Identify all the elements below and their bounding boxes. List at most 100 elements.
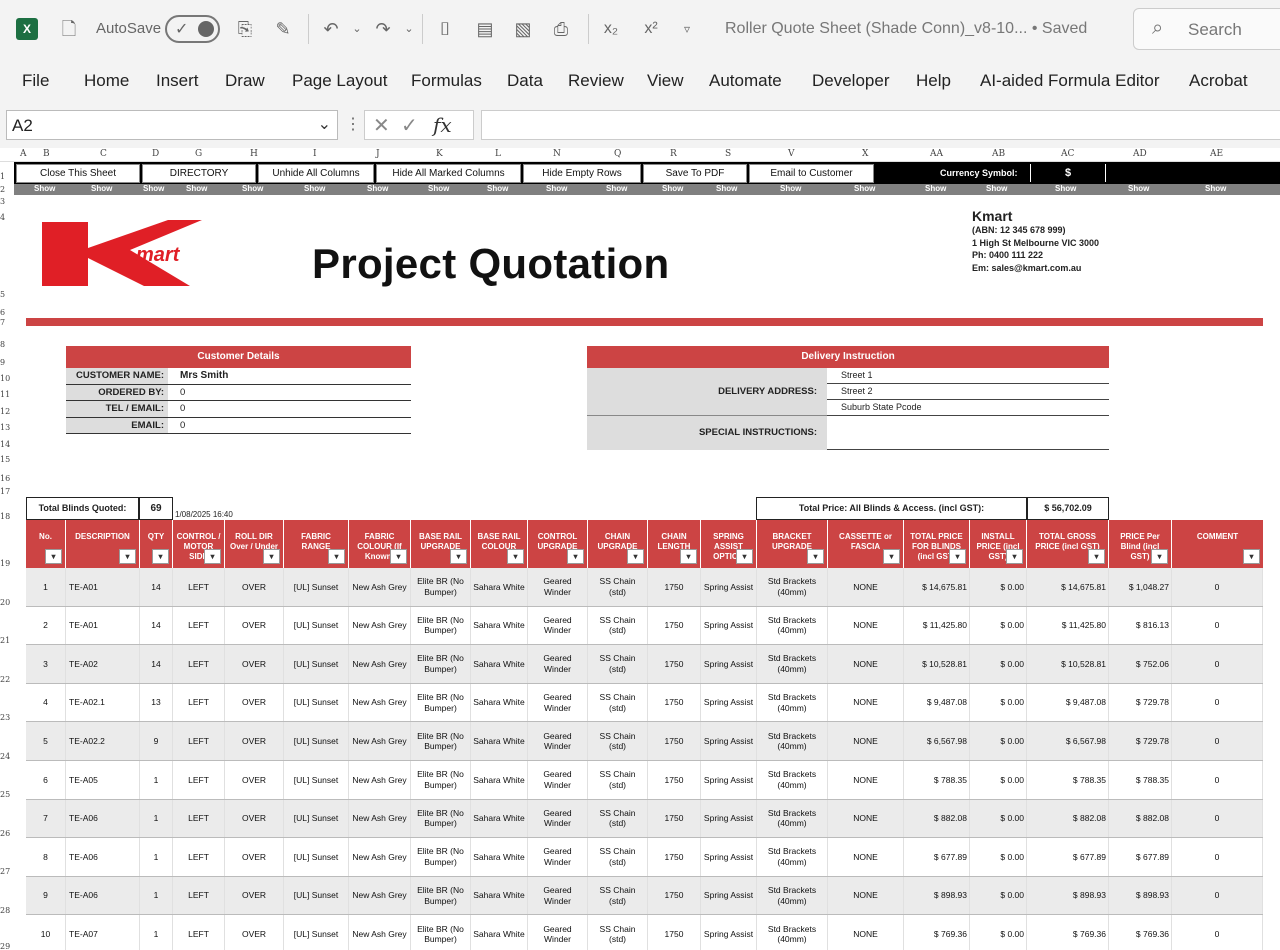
cell-bracket-upgrade[interactable]: Std Brackets (40mm) <box>757 722 828 760</box>
show-toggle[interactable]: Show <box>242 184 263 193</box>
tab-review[interactable]: Review <box>568 71 624 91</box>
cell-no[interactable]: 5 <box>26 722 66 760</box>
close-sheet-button[interactable]: Close This Sheet <box>16 164 140 183</box>
show-toggle[interactable]: Show <box>428 184 449 193</box>
show-toggle[interactable]: Show <box>546 184 567 193</box>
cell-base-rail-upgrade[interactable]: Elite BR (No Bumper) <box>411 838 471 876</box>
cell-qty[interactable]: 13 <box>140 683 173 722</box>
tab-file[interactable]: File <box>22 71 49 91</box>
row-number[interactable]: 24 <box>0 752 14 761</box>
cell-fabric-range[interactable]: [UL] Sunset <box>284 645 349 683</box>
cell-chain-upgrade[interactable]: SS Chain (std) <box>588 722 648 760</box>
row-number[interactable]: 10 <box>0 374 14 383</box>
cell-no[interactable]: 3 <box>26 645 66 683</box>
filter-dropdown-icon[interactable]: ▾ <box>119 549 136 564</box>
subscript-icon[interactable]: x₂ <box>600 17 622 41</box>
show-toggle[interactable]: Show <box>34 184 55 193</box>
cell-chain-upgrade[interactable]: SS Chain (std) <box>588 606 648 645</box>
filter-dropdown-icon[interactable]: ▾ <box>736 549 753 564</box>
email-customer-button[interactable]: Email to Customer <box>749 164 874 183</box>
email-value[interactable]: 0 <box>168 418 411 434</box>
cell-chain-length[interactable]: 1750 <box>648 876 701 915</box>
cell-fabric-colour[interactable]: New Ash Grey <box>349 876 411 915</box>
cell-fabric-colour[interactable]: New Ash Grey <box>349 568 411 606</box>
cell-control-upgrade[interactable]: Geared Winder <box>528 915 588 950</box>
cell-chain-upgrade[interactable]: SS Chain (std) <box>588 645 648 683</box>
cell-comment[interactable]: 0 <box>1172 722 1263 760</box>
cell-total-price[interactable]: $ 14,675.81 <box>904 568 970 606</box>
show-toggle[interactable]: Show <box>662 184 683 193</box>
column-letter[interactable]: G <box>195 149 202 159</box>
filter-dropdown-icon[interactable]: ▾ <box>450 549 467 564</box>
cell-fabric-colour[interactable]: New Ash Grey <box>349 761 411 799</box>
cell-spring-assist[interactable]: Spring Assist <box>701 722 757 760</box>
cell-control-side[interactable]: LEFT <box>173 799 225 838</box>
search-box[interactable]: ⌕ Search <box>1133 8 1280 50</box>
cell-bracket-upgrade[interactable]: Std Brackets (40mm) <box>757 645 828 683</box>
customize-toolbar-icon[interactable]: ▿ <box>676 17 698 41</box>
cell-no[interactable]: 2 <box>26 606 66 645</box>
cell-install-price[interactable]: $ 0.00 <box>970 915 1027 950</box>
cell-bracket-upgrade[interactable]: Std Brackets (40mm) <box>757 799 828 838</box>
cell-control-upgrade[interactable]: Geared Winder <box>528 606 588 645</box>
cell-chain-length[interactable]: 1750 <box>648 915 701 950</box>
cell-chain-length[interactable]: 1750 <box>648 722 701 760</box>
cell-description[interactable]: TE-A07 <box>66 915 140 950</box>
cell-base-rail-colour[interactable]: Sahara White <box>471 915 528 950</box>
cell-description[interactable]: TE-A05 <box>66 761 140 799</box>
row-number[interactable]: 21 <box>0 636 14 645</box>
cell-cassette[interactable]: NONE <box>828 568 904 606</box>
show-toggle[interactable]: Show <box>1055 184 1076 193</box>
cell-cassette[interactable]: NONE <box>828 876 904 915</box>
ordered-by-value[interactable]: 0 <box>168 385 411 401</box>
cell-control-side[interactable]: LEFT <box>173 915 225 950</box>
cell-comment[interactable]: 0 <box>1172 838 1263 876</box>
cell-spring-assist[interactable]: Spring Assist <box>701 876 757 915</box>
hide-empty-rows-button[interactable]: Hide Empty Rows <box>523 164 641 183</box>
tab-view[interactable]: View <box>647 71 684 91</box>
cell-total-price[interactable]: $ 9,487.08 <box>904 683 970 722</box>
tab-formulas[interactable]: Formulas <box>411 71 482 91</box>
cell-description[interactable]: TE-A02.1 <box>66 683 140 722</box>
cell-base-rail-upgrade[interactable]: Elite BR (No Bumper) <box>411 799 471 838</box>
cell-control-upgrade[interactable]: Geared Winder <box>528 645 588 683</box>
filter-dropdown-icon[interactable]: ▾ <box>390 549 407 564</box>
cell-no[interactable]: 10 <box>26 915 66 950</box>
currency-symbol[interactable]: $ <box>1030 164 1106 182</box>
column-letter[interactable]: C <box>100 149 107 159</box>
row-number[interactable]: 20 <box>0 598 14 607</box>
cell-fabric-colour[interactable]: New Ash Grey <box>349 606 411 645</box>
cell-comment[interactable]: 0 <box>1172 606 1263 645</box>
cell-price-per-blind[interactable]: $ 788.35 <box>1109 761 1172 799</box>
cell-control-side[interactable]: LEFT <box>173 761 225 799</box>
cell-spring-assist[interactable]: Spring Assist <box>701 568 757 606</box>
show-toggle[interactable]: Show <box>143 184 164 193</box>
tab-developer[interactable]: Developer <box>812 71 890 91</box>
cell-spring-assist[interactable]: Spring Assist <box>701 761 757 799</box>
cell-base-rail-colour[interactable]: Sahara White <box>471 876 528 915</box>
cell-install-price[interactable]: $ 0.00 <box>970 838 1027 876</box>
cell-total-price[interactable]: $ 10,528.81 <box>904 645 970 683</box>
cell-price-per-blind[interactable]: $ 898.93 <box>1109 876 1172 915</box>
cell-control-side[interactable]: LEFT <box>173 683 225 722</box>
cell-install-price[interactable]: $ 0.00 <box>970 876 1027 915</box>
row-number[interactable]: 28 <box>0 906 14 915</box>
cell-description[interactable]: TE-A06 <box>66 876 140 915</box>
excel-icon[interactable]: X <box>16 18 38 40</box>
row-number[interactable]: 12 <box>0 407 14 416</box>
cell-gross-price[interactable]: $ 677.89 <box>1027 838 1109 876</box>
cell-install-price[interactable]: $ 0.00 <box>970 722 1027 760</box>
cell-gross-price[interactable]: $ 898.93 <box>1027 876 1109 915</box>
cell-gross-price[interactable]: $ 11,425.80 <box>1027 606 1109 645</box>
cell-no[interactable]: 4 <box>26 683 66 722</box>
row-number[interactable]: 23 <box>0 713 14 722</box>
show-toggle[interactable]: Show <box>780 184 801 193</box>
cell-control-side[interactable]: LEFT <box>173 568 225 606</box>
camera-icon[interactable]: ⌷ <box>434 17 456 41</box>
column-letter[interactable]: J <box>376 149 380 159</box>
filter-dropdown-icon[interactable]: ▾ <box>627 549 644 564</box>
cell-cassette[interactable]: NONE <box>828 799 904 838</box>
cell-fabric-range[interactable]: [UL] Sunset <box>284 683 349 722</box>
cell-qty[interactable]: 1 <box>140 838 173 876</box>
cell-fabric-colour[interactable]: New Ash Grey <box>349 838 411 876</box>
